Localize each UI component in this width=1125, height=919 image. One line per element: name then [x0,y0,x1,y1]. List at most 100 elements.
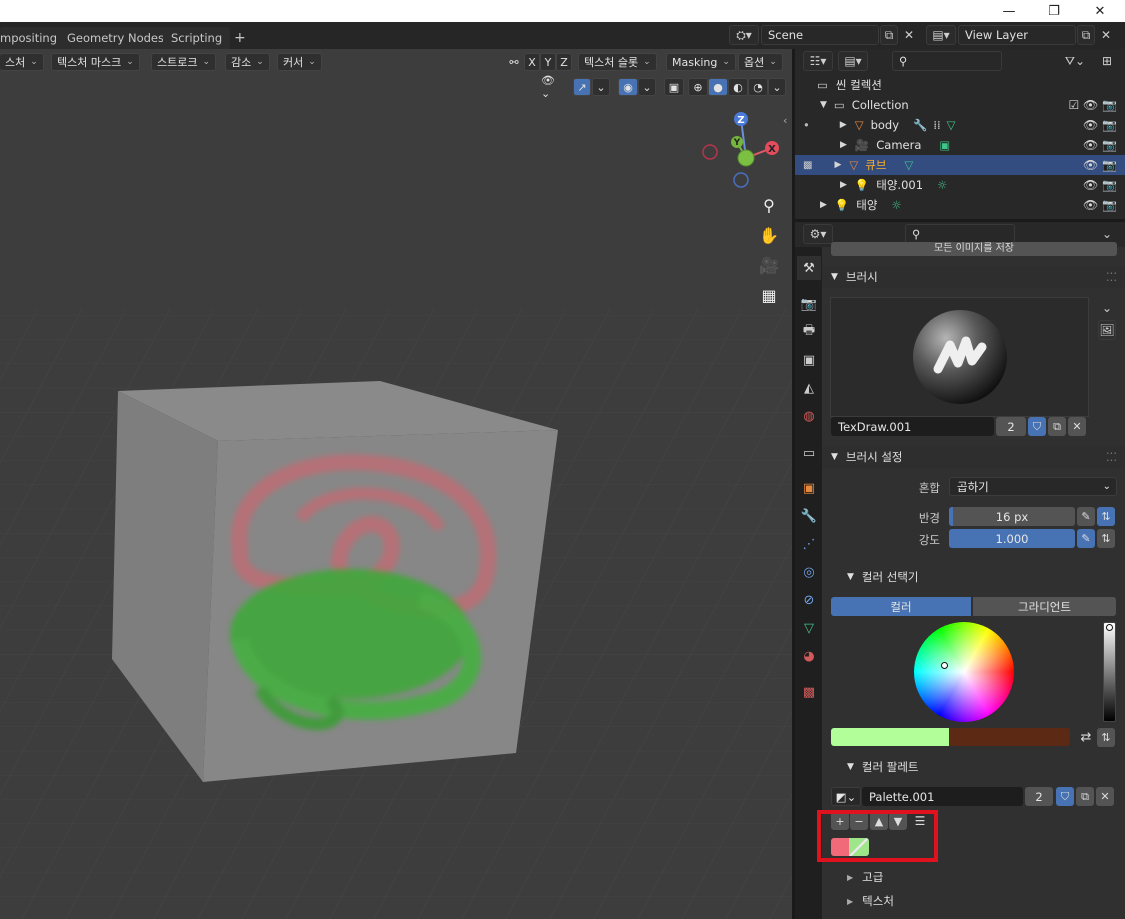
radius-unit-toggle-icon[interactable]: ⇅ [1097,507,1115,526]
color-wheel-cursor[interactable] [941,662,948,669]
brush-panel-header[interactable]: ▼ 브러시 ⁚⁚⁚ [822,266,1125,288]
outliner-row-body[interactable]: • ▶ ▽ body 🔧 ⁞⁞ ▽ 👁 📷 [795,115,1125,135]
texture-tab-icon[interactable]: ▩ [797,680,821,704]
outliner-row-camera[interactable]: ▶ 🎥 Camera ▣ 👁 📷 [795,135,1125,155]
secondary-color-swatch[interactable] [949,728,1070,746]
filter-view-icon[interactable]: ▤▾ [838,51,868,71]
visibility-controls[interactable]: 👁 📷 [1083,178,1117,192]
unlink-brush-icon[interactable]: ✕ [1068,417,1086,436]
scene-name-field[interactable]: Scene [761,25,879,45]
primary-color-swatch[interactable] [831,728,949,746]
unlink-palette-icon[interactable]: ✕ [1096,787,1114,806]
overlays-dropdown-icon[interactable]: ⌄ [638,78,656,96]
value-slider[interactable] [1103,622,1116,722]
drag-handle-icon[interactable]: ⁚⁚⁚ [1106,450,1117,464]
object-tab-icon[interactable]: ▣ [797,476,821,500]
delete-scene-icon[interactable]: ✕ [900,25,918,45]
mirror-y-toggle[interactable]: Y [540,53,556,71]
properties-search-input[interactable]: ⚲ [905,224,1015,244]
visibility-controls[interactable]: 👁 📷 [1083,158,1117,172]
visibility-controls[interactable]: 👁 📷 [1083,118,1117,132]
particles-tab-icon[interactable]: ⋰ [797,532,821,556]
render-tab-icon[interactable]: 📷 [797,292,821,316]
color-wheel[interactable] [914,622,1014,722]
xray-toggle-icon[interactable]: ▣ [664,78,684,96]
new-collection-icon[interactable]: ⊞ [1097,51,1117,71]
outliner-row-scene-collection[interactable]: ▭ 씬 컬렉션 [795,75,1125,95]
data-tab-icon[interactable]: ▽ [797,616,821,640]
editor-type-icon[interactable]: ⚙▾ [803,224,833,244]
options-menu[interactable]: 옵션 ⌄ [738,53,783,71]
mirror-icon[interactable]: ⚯ [504,53,524,71]
visibility-controls[interactable]: 👁 📷 [1083,138,1117,152]
gizmo-dropdown-icon[interactable]: ⌄ [592,78,610,96]
save-all-images-button[interactable]: 모든 이미지를 저장 [831,242,1117,256]
color-picker-panel-header[interactable]: ▼ 컬러 선택기 [822,566,1125,588]
scene-tab-icon[interactable]: ◭ [797,376,821,400]
3d-viewport[interactable] [0,49,792,919]
close-icon[interactable]: ✕ [1077,0,1123,22]
falloff-menu[interactable]: 감소 ⌄ [225,53,270,71]
palette-browse-icon[interactable]: ◩⌄ [831,787,861,806]
zoom-icon[interactable]: ⚲ [755,191,783,219]
fake-user-shield-icon[interactable]: ⛉ [1028,417,1046,436]
color-mode-tab[interactable]: 컬러 [831,597,971,616]
wireframe-shading-icon[interactable]: ⊕ [688,78,708,96]
display-mode-icon[interactable]: ☷▾ [803,51,833,71]
blend-mode-select[interactable]: 곱하기 ⌄ [949,477,1117,496]
palette-users-count[interactable]: 2 [1025,787,1053,806]
palette-name-field[interactable]: Palette.001 [862,787,1023,806]
duplicate-palette-icon[interactable]: ⧉ [1076,787,1094,806]
view-layer-field[interactable]: View Layer [958,25,1076,45]
stroke-menu[interactable]: 스트로크 ⌄ [151,53,217,71]
outliner-row-cube-selected[interactable]: ▩ ▶ ▽ 큐브 ▽ 👁 📷 [795,155,1125,175]
texture-mask-menu[interactable]: 텍스처 마스크 ⌄ [51,53,140,71]
brush-name-field[interactable]: TexDraw.001 [831,417,994,436]
world-tab-icon[interactable]: ◍ [797,404,821,428]
outliner-row-collection[interactable]: ▼ ▭ Collection ☑ 👁 📷 [795,95,1125,115]
mirror-x-toggle[interactable]: X [524,53,540,71]
outliner-row-sun[interactable]: ▶ 💡 태양 ☼ 👁 📷 [795,195,1125,215]
strength-pressure-pen-icon[interactable]: ✎ [1077,529,1095,548]
gizmo-toggle-icon[interactable]: ↗ [573,78,591,96]
material-tab-icon[interactable]: ◕ [797,644,821,668]
texture-slots-menu[interactable]: 텍스처 슬롯 ⌄ [578,53,657,71]
output-tab-icon[interactable]: 🖶 [797,320,821,344]
constraints-tab-icon[interactable]: ⊘ [797,588,821,612]
minimize-icon[interactable]: — [986,0,1032,22]
restore-icon[interactable]: ❐ [1031,0,1077,22]
scene-browse-icon[interactable]: ⛭▾ [729,25,759,45]
solid-shading-icon[interactable]: ● [708,78,728,96]
view-layer-tab-icon[interactable]: ▣ [797,348,821,372]
physics-tab-icon[interactable]: ◎ [797,560,821,584]
advanced-panel-header[interactable]: ▶ 고급 [822,866,1125,888]
properties-options-icon[interactable]: ⌄ [1097,224,1117,244]
visibility-controls[interactable]: 👁 📷 [1083,198,1117,212]
palette-fake-user-icon[interactable]: ⛉ [1056,787,1074,806]
mirror-z-toggle[interactable]: Z [556,53,572,71]
add-workspace-button[interactable]: + [226,27,254,49]
color-palette-panel-header[interactable]: ▼ 컬러 팔레트 [822,756,1125,778]
tab-compositing[interactable]: mpositing [0,27,66,49]
texture-menu[interactable]: 스처 ⌄ [0,53,44,71]
masking-menu[interactable]: Masking ⌄ [666,53,736,71]
pan-hand-icon[interactable]: ✋ [755,221,783,249]
strength-unit-toggle-icon[interactable]: ⇅ [1097,529,1115,548]
rendered-shading-icon[interactable]: ◔ [748,78,768,96]
perspective-grid-icon[interactable]: ▦ [755,281,783,309]
new-view-layer-icon[interactable]: ⧉ [1077,25,1095,45]
new-scene-icon[interactable]: ⧉ [880,25,898,45]
filter-icon[interactable]: ⛛⌄ [1059,51,1091,71]
gradient-mode-tab[interactable]: 그라디언트 [973,597,1116,616]
value-slider-handle[interactable] [1106,624,1113,631]
delete-view-layer-icon[interactable]: ✕ [1097,25,1115,45]
cursor-menu[interactable]: 커서 ⌄ [277,53,322,71]
radius-slider[interactable]: 16 px [949,507,1075,526]
duplicate-brush-icon[interactable]: ⧉ [1048,417,1066,436]
tool-tab-icon[interactable]: ⚒ [797,256,821,280]
drag-handle-icon[interactable]: ⁚⁚⁚ [1106,270,1117,284]
brush-users-count[interactable]: 2 [996,417,1026,436]
brush-image-icon[interactable]: 🖼 [1098,320,1116,340]
texture-panel-header[interactable]: ▶ 텍스처 [822,890,1125,912]
outliner-row-sun-001[interactable]: ▶ 💡 태양.001 ☼ 👁 📷 [795,175,1125,195]
